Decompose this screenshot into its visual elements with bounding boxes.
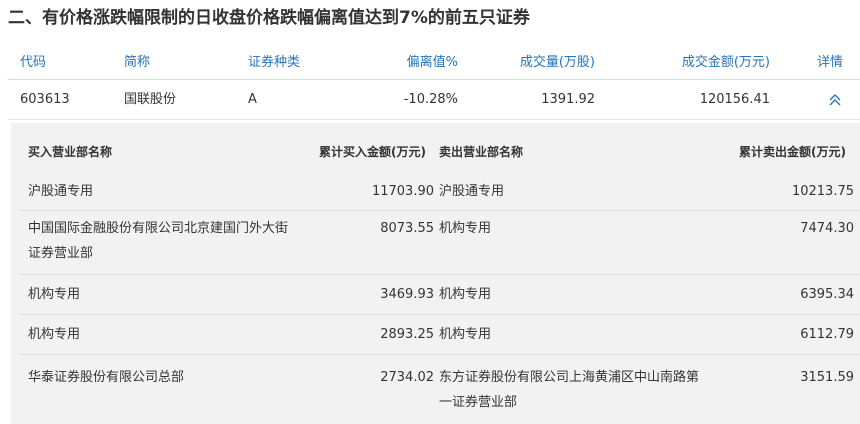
sell-dept-name: 沪股通专用	[439, 184, 505, 199]
table-header-row: 代码 简称 证券种类 偏离值% 成交量(万股) 成交金额(万元) 详情	[8, 46, 860, 80]
detail-header-sell-name: 卖出营业部名称	[439, 145, 524, 159]
buy-amount: 11703.90	[371, 184, 434, 199]
buy-amount: 2734.02	[380, 370, 434, 385]
sell-amount: 3151.59	[800, 370, 854, 385]
detail-row: 机构专用 3469.93 机构专用 6395.34	[19, 275, 860, 315]
page-title: 二、有价格涨跌幅限制的日收盘价格跌幅偏离值达到7%的前五只证券	[8, 8, 530, 28]
row-name: 国联股份	[124, 92, 177, 107]
header-amount: 成交金额(万元)	[681, 55, 770, 70]
buy-amount: 3469.93	[380, 287, 434, 302]
header-detail: 详情	[816, 55, 843, 70]
buy-amount: 8073.55	[380, 221, 434, 236]
detail-header-sell-amount: 累计卖出金额(万元)	[739, 145, 846, 159]
detail-row: 机构专用 2893.25 机构专用 6112.79	[19, 315, 860, 355]
row-amount: 120156.41	[699, 92, 770, 107]
sell-amount: 6395.34	[800, 287, 854, 302]
buy-dept-name: 华泰证券股份有限公司总部	[28, 370, 185, 385]
detail-toggle[interactable]	[827, 80, 843, 120]
detail-header-buy-amount: 累计买入金额(万元)	[319, 145, 426, 159]
buy-dept-name: 机构专用	[28, 287, 81, 302]
detail-row: 沪股通专用 11703.90 沪股通专用 10213.75	[19, 173, 860, 211]
sell-amount: 6112.79	[800, 327, 854, 342]
detail-header-buy-name: 买入营业部名称	[28, 145, 113, 159]
sell-amount: 10213.75	[791, 184, 854, 199]
header-code: 代码	[20, 55, 47, 70]
sell-dept-name: 机构专用	[439, 221, 492, 236]
table-row[interactable]: 603613 国联股份 A -10.28% 1391.92 120156.41	[8, 80, 860, 120]
sell-dept-name: 机构专用	[439, 327, 492, 342]
header-name: 简称	[124, 55, 151, 70]
header-deviation: 偏离值%	[406, 55, 458, 70]
sell-amount: 7474.30	[800, 221, 854, 236]
header-type: 证券种类	[248, 55, 301, 70]
row-code: 603613	[20, 92, 70, 107]
header-volume: 成交量(万股)	[519, 55, 595, 70]
sell-dept-name: 东方证券股份有限公司上海黄浦区中山南路第一证券营业部	[439, 370, 700, 410]
buy-dept-name: 中国国际金融股份有限公司北京建国门外大街证券营业部	[28, 221, 289, 261]
buy-dept-name: 沪股通专用	[28, 184, 94, 199]
securities-table: 代码 简称 证券种类 偏离值% 成交量(万股) 成交金额(万元) 详情 6036…	[8, 46, 860, 120]
detail-header-row: 买入营业部名称 累计买入金额(万元) 卖出营业部名称 累计卖出金额(万元)	[11, 137, 860, 167]
detail-row: 华泰证券股份有限公司总部 2734.02 东方证券股份有限公司上海黄浦区中山南路…	[19, 355, 860, 419]
chevron-up-double-icon[interactable]	[827, 92, 843, 108]
buy-amount: 2893.25	[380, 327, 434, 342]
row-type: A	[248, 92, 257, 107]
row-deviation: -10.28%	[403, 92, 458, 107]
buy-dept-name: 机构专用	[28, 327, 81, 342]
detail-panel: 买入营业部名称 累计买入金额(万元) 卖出营业部名称 累计卖出金额(万元) 沪股…	[11, 123, 860, 424]
detail-row: 中国国际金融股份有限公司北京建国门外大街证券营业部 8073.55 机构专用 7…	[19, 211, 860, 275]
sell-dept-name: 机构专用	[439, 287, 492, 302]
row-volume: 1391.92	[541, 92, 595, 107]
